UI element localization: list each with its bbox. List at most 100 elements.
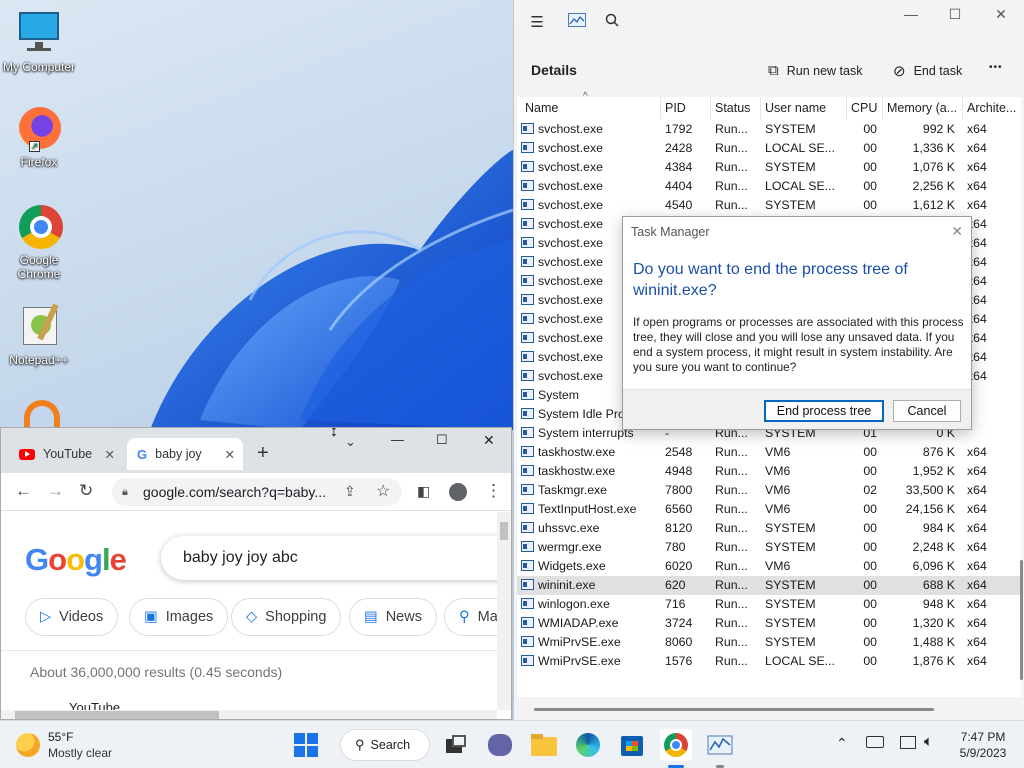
chevron-up-icon[interactable]: ⌃ [836,735,848,752]
table-row[interactable]: svchost.exe 2428 Run... LOCAL SE... 00 1,336 … [517,139,1021,158]
end-task-button[interactable]: ⊘ End task [893,62,962,80]
network-icon[interactable] [900,736,916,749]
microsoft-store-icon[interactable] [616,729,648,761]
minimize-button[interactable]: — [888,6,934,26]
new-tab-plus-icon[interactable]: + [257,442,269,465]
table-row[interactable]: svchost.exe 4540 Run... SYSTEM 00 1,612 K x64 [517,196,1021,215]
cell-text: 00 [863,122,877,136]
chip-maps[interactable]: ⚲ Ma [444,598,497,636]
desktop-icon-notepadpp[interactable]: Notepad++ [0,303,78,367]
cell-text: svchost.exe [538,274,603,288]
more-options-button[interactable]: ••• [989,62,1003,73]
table-row[interactable]: TextInputHost.exe 6560 Run... VM6 00 24,156 K… [517,500,1021,519]
partial-desktop-icon[interactable] [24,400,60,430]
bookmark-star-icon[interactable]: ☆ [376,481,390,501]
taskbar-search-button[interactable]: ⚲ Search [340,729,430,761]
column-header-cpu[interactable]: CPU [847,97,883,119]
chat-icon[interactable] [484,729,516,761]
chip-videos[interactable]: ▷ Videos [25,598,119,636]
cell-cpu: 00 [847,595,877,614]
table-row[interactable]: wininit.exe 620 Run... SYSTEM 00 688 K x64 [517,576,1021,595]
hamburger-menu-icon[interactable]: ☰ [514,13,560,31]
dialog-close-icon[interactable]: ✕ [951,223,963,240]
cell-text: 1,876 K [912,654,955,668]
profile-avatar[interactable] [449,483,467,501]
chip-images[interactable]: ▣ Images [129,598,229,636]
end-process-tree-button[interactable]: End process tree [764,400,884,422]
search-input[interactable]: baby joy joy abc [161,536,497,580]
cell-pid: 4948 [665,462,711,481]
google-logo[interactable]: Google [25,542,127,578]
table-row[interactable]: uhssvc.exe 8120 Run... SYSTEM 00 984 K x64 [517,519,1021,538]
close-button[interactable]: ✕ [978,6,1024,26]
page-horizontal-scrollbar[interactable] [1,710,497,719]
run-new-task-button[interactable]: ⧉ Run new task [768,62,862,79]
edge-icon[interactable] [572,729,604,761]
file-explorer-icon[interactable] [528,729,560,761]
close-button[interactable]: ✕ [483,432,495,449]
horizontal-scrollbar[interactable] [534,708,934,711]
start-button[interactable] [290,729,322,761]
table-row[interactable]: svchost.exe 4404 Run... LOCAL SE... 00 2,256 … [517,177,1021,196]
forward-arrow-icon[interactable]: → [47,481,64,501]
table-row[interactable]: svchost.exe 4384 Run... SYSTEM 00 1,076 K x64 [517,158,1021,177]
table-row[interactable]: wermgr.exe 780 Run... SYSTEM 00 2,248 K x64 [517,538,1021,557]
table-row[interactable]: taskhostw.exe 2548 Run... VM6 00 876 K x64 [517,443,1021,462]
tab-close-icon[interactable]: ✕ [105,447,115,462]
column-header-status[interactable]: Status [711,97,761,119]
tab-baby-joy[interactable]: G baby joy j ✕ [127,438,243,470]
cell-text: x64 [967,445,987,459]
maximize-button[interactable]: ☐ [436,432,448,448]
desktop-icon-firefox[interactable]: ↗ Firefox [0,105,78,169]
cell-user: VM6 [765,443,847,462]
task-view-icon[interactable] [440,729,472,761]
column-header-architecture[interactable]: Archite... [963,97,1021,119]
table-row[interactable]: Widgets.exe 6020 Run... VM6 00 6,096 K x64 [517,557,1021,576]
url-input[interactable]: 🔒︎ google.com/search?q=baby... [112,478,402,506]
maximize-button[interactable]: ☐ [932,6,978,26]
table-row[interactable]: winlogon.exe 716 Run... SYSTEM 00 948 K x64 [517,595,1021,614]
tab-youtube[interactable]: YouTube ✕ [9,438,123,470]
cell-text: SYSTEM [765,616,816,630]
cell-text: svchost.exe [538,312,603,326]
keyboard-icon[interactable] [866,736,884,748]
cell-text: 876 K [922,445,955,459]
weather-widget[interactable]: 55°F Mostly clear [16,729,112,761]
task-manager-taskbar-icon[interactable] [704,729,736,761]
column-header-memory[interactable]: Memory (a... [883,97,963,119]
first-result-title[interactable]: YouTube [69,700,120,710]
table-row[interactable]: WmiPrvSE.exe 1576 Run... LOCAL SE... 00 1,876… [517,652,1021,671]
table-row[interactable]: svchost.exe 1792 Run... SYSTEM 00 992 K x64 [517,120,1021,139]
chip-news[interactable]: ▤ News [349,598,437,636]
column-header-pid[interactable]: PID [661,97,711,119]
column-header-user[interactable]: User name [761,97,847,119]
system-clock[interactable]: 7:47 PM 5/9/2023 [948,729,1018,761]
cell-status: Run... [715,652,761,671]
cell-text: svchost.exe [538,122,603,136]
tab-search-chevron-icon[interactable]: ⌄ [345,434,356,450]
desktop-icon-chrome[interactable]: Google Chrome [0,203,78,281]
chip-shopping[interactable]: ◇ Shopping [231,598,342,636]
column-header-name[interactable]: Name [521,97,661,119]
table-row[interactable]: WMIADAP.exe 3724 Run... SYSTEM 00 1,320 K x64 [517,614,1021,633]
chrome-taskbar-icon[interactable] [660,729,692,761]
share-icon[interactable]: ⇪ [344,483,356,500]
cancel-button[interactable]: Cancel [893,400,961,422]
search-icon[interactable] [594,13,630,31]
side-panel-icon[interactable]: ◧ [417,483,430,500]
page-vertical-scrollbar[interactable] [497,512,511,710]
cell-text: Run... [715,160,748,174]
tag-icon: ◇ [246,609,258,625]
table-row[interactable]: Taskmgr.exe 7800 Run... VM6 02 33,500 K x64 [517,481,1021,500]
table-row[interactable]: WmiPrvSE.exe 8060 Run... SYSTEM 00 1,488 K x64 [517,633,1021,652]
desktop-icon-my-computer[interactable]: My Computer [0,10,78,74]
cell-arch: x64 [967,310,1007,329]
kebab-menu-icon[interactable]: ⋮ [485,481,502,501]
minimize-button[interactable]: — [391,432,404,447]
table-row[interactable]: taskhostw.exe 4948 Run... VM6 00 1,952 K x64 [517,462,1021,481]
reload-icon[interactable]: ↻ [79,481,93,501]
tab-close-icon[interactable]: ✕ [225,447,235,462]
vertical-scrollbar[interactable] [1020,560,1023,680]
volume-icon[interactable]: 🔈︎ [924,733,933,750]
back-arrow-icon[interactable]: ← [15,481,32,501]
